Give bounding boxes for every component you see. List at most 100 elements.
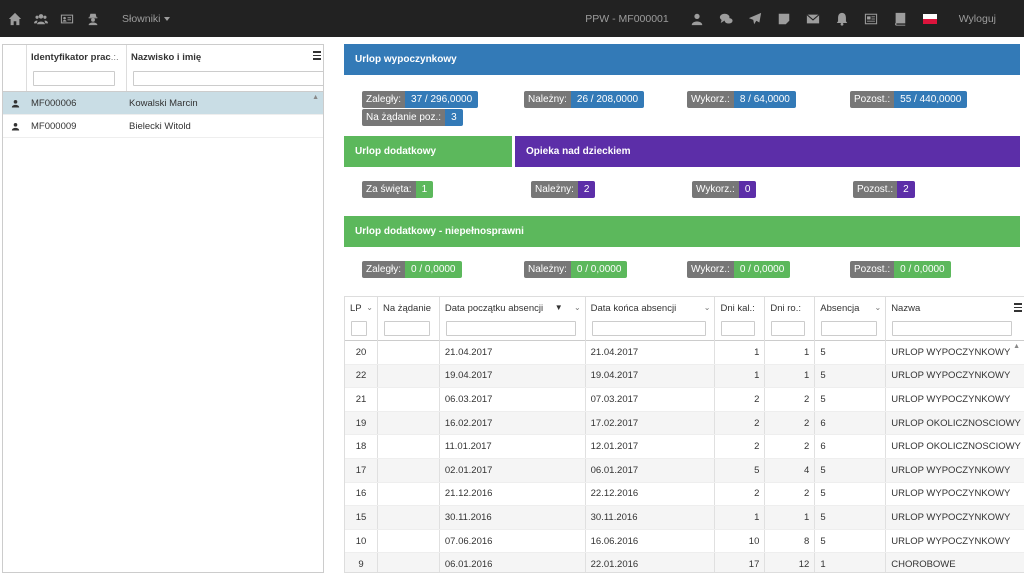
cell-on-demand bbox=[378, 341, 440, 364]
absence-row[interactable]: 19 16.02.2017 17.02.2017 2 2 6 URLOP OKOLICZNO… bbox=[345, 411, 1024, 436]
absence-row[interactable]: 20 21.04.2017 21.04.2017 1 1 5 URLOP WYPOCZYNK… bbox=[345, 341, 1024, 365]
cell-end-date: 21.04.2017 bbox=[586, 341, 716, 364]
disabled-overdue-badge: Zaległy: 0 / 0,0000 bbox=[362, 261, 462, 278]
chevron-down-icon[interactable]: ⌄ bbox=[874, 303, 881, 312]
column-label: Dni ro.: bbox=[770, 303, 801, 314]
cell-start-date: 16.02.2017 bbox=[440, 411, 586, 435]
cell-end-date: 16.06.2016 bbox=[586, 529, 716, 553]
cell-work-days: 1 bbox=[765, 341, 816, 364]
column-work-days[interactable]: Dni ro.: bbox=[765, 297, 816, 341]
cell-lp: 22 bbox=[345, 364, 378, 388]
column-label: Identyfikator prac bbox=[31, 52, 111, 63]
disabled-used-badge: Wykorz.: 0 / 0,0000 bbox=[687, 261, 791, 278]
employee-name-filter-input[interactable] bbox=[133, 71, 323, 86]
holidays-badge: Za święta: 1 bbox=[362, 181, 434, 198]
column-start-date[interactable]: Data początku absencji ▼ ⌄ bbox=[440, 297, 586, 341]
absence-row[interactable]: 15 30.11.2016 30.11.2016 1 1 5 URLOP WYPOCZYNK… bbox=[345, 506, 1024, 530]
cell-absence: 6 bbox=[815, 411, 887, 435]
absence-row[interactable]: 21 06.03.2017 07.03.2017 2 2 5 URLOP WYPOCZYNK… bbox=[345, 388, 1024, 412]
cell-calendar-days: 2 bbox=[715, 388, 766, 411]
cell-absence: 5 bbox=[815, 364, 887, 388]
chevron-down-icon[interactable]: ⌄ bbox=[366, 303, 373, 312]
envelope-icon[interactable] bbox=[799, 0, 828, 37]
send-icon[interactable] bbox=[741, 0, 770, 37]
cell-work-days: 8 bbox=[765, 529, 816, 553]
report-icon[interactable] bbox=[857, 0, 886, 37]
childcare-remaining-badge: Pozost.: 2 bbox=[853, 181, 915, 198]
cell-name: URLOP WYPOCZYNKOWY bbox=[891, 535, 1011, 547]
polish-flag-icon[interactable] bbox=[922, 13, 937, 24]
absence-row[interactable]: 18 11.01.2017 12.01.2017 2 2 6 URLOP OKOLICZNO… bbox=[345, 435, 1024, 459]
column-label: Dni kal.: bbox=[720, 303, 755, 314]
cell-start-date: 11.01.2017 bbox=[440, 435, 586, 458]
column-name[interactable]: Nazwa bbox=[886, 297, 1024, 341]
lp-filter-input[interactable] bbox=[351, 321, 367, 336]
column-absence[interactable]: Absencja ⌄ bbox=[815, 297, 887, 341]
childcare-used-badge: Wykorz.: 0 bbox=[692, 181, 757, 198]
cell-name: URLOP WYPOCZYNKOWY bbox=[891, 464, 1011, 476]
users-icon[interactable] bbox=[28, 0, 54, 37]
chevron-down-icon[interactable]: ⌄ bbox=[574, 303, 581, 312]
column-lp[interactable]: LP ⌄ bbox=[345, 297, 378, 341]
cell-calendar-days: 1 bbox=[715, 506, 766, 529]
book-icon[interactable] bbox=[886, 0, 915, 37]
cell-on-demand bbox=[378, 553, 440, 572]
cell-end-date: 19.04.2017 bbox=[586, 364, 716, 388]
grid-menu-icon[interactable] bbox=[313, 51, 321, 62]
user-secret-icon[interactable] bbox=[80, 0, 106, 37]
nav-right-group: PPW - MF000001 Wyloguj bbox=[585, 0, 1024, 37]
column-calendar-days[interactable]: Dni kal.: bbox=[715, 297, 766, 341]
column-label: Data końca absencji bbox=[590, 303, 677, 314]
childcare-due-badge: Należny: 2 bbox=[531, 181, 596, 198]
note-icon[interactable] bbox=[770, 0, 799, 37]
cell-name: URLOP WYPOCZYNKOWY bbox=[891, 488, 1011, 500]
user-icon[interactable] bbox=[683, 0, 712, 37]
calendar-days-filter-input[interactable] bbox=[721, 321, 756, 336]
end-date-filter-input[interactable] bbox=[591, 321, 706, 336]
on-demand-filter-input[interactable] bbox=[383, 321, 430, 336]
column-menu-dots[interactable]: .:. bbox=[111, 52, 119, 63]
scroll-up-icon[interactable]: ▲ bbox=[312, 94, 319, 101]
disabled-leave-header: Urlop dodatkowy - niepełnosprawni bbox=[344, 216, 1020, 247]
on-demand-remaining-badge: Na żądanie poz.: 3 bbox=[362, 109, 463, 126]
cell-work-days: 1 bbox=[765, 506, 816, 529]
absence-row[interactable]: 10 07.06.2016 16.06.2016 10 8 5 URLOP WYPOCZYN… bbox=[345, 529, 1024, 554]
sort-desc-icon[interactable]: ▼ bbox=[555, 303, 563, 312]
cell-on-demand bbox=[378, 411, 440, 435]
column-employee-id[interactable]: Identyfikator prac.:. bbox=[27, 45, 127, 91]
absence-row[interactable]: 22 19.04.2017 19.04.2017 1 1 5 URLOP WYPOCZYNK… bbox=[345, 364, 1024, 389]
employee-row[interactable]: MF000006 Kowalski Marcin bbox=[3, 92, 323, 115]
employee-id-filter-input[interactable] bbox=[33, 71, 115, 86]
bell-icon[interactable] bbox=[828, 0, 857, 37]
column-end-date[interactable]: Data końca absencji ⌄ bbox=[586, 297, 716, 341]
employee-id: MF000009 bbox=[31, 120, 77, 132]
dictionaries-dropdown[interactable]: Słowniki bbox=[122, 13, 170, 25]
absence-filter-input[interactable] bbox=[821, 321, 878, 336]
start-date-filter-input[interactable] bbox=[445, 321, 576, 336]
cell-work-days: 4 bbox=[765, 458, 816, 482]
grid-menu-icon[interactable] bbox=[1014, 303, 1022, 314]
name-filter-input[interactable] bbox=[892, 321, 1013, 336]
chevron-down-icon[interactable]: ⌄ bbox=[704, 303, 711, 312]
cell-on-demand bbox=[378, 482, 440, 506]
employee-row[interactable]: MF000009 Bielecki Witold bbox=[3, 115, 323, 138]
employee-list-panel: Identyfikator prac.:. Nazwisko i imię ▲ … bbox=[2, 44, 324, 573]
absence-row[interactable]: 17 02.01.2017 06.01.2017 5 4 5 URLOP WYPOCZYNK… bbox=[345, 458, 1024, 483]
work-days-filter-input[interactable] bbox=[771, 321, 806, 336]
cell-name: URLOP OKOLICZNOSCIOWY bbox=[891, 441, 1021, 453]
column-on-demand[interactable]: Na żądanie bbox=[378, 297, 440, 341]
cell-absence: 5 bbox=[815, 458, 887, 482]
column-label: Nazwa bbox=[891, 303, 921, 314]
cell-work-days: 2 bbox=[765, 411, 816, 435]
scroll-up-icon[interactable]: ▲ bbox=[1013, 343, 1020, 350]
logout-link[interactable]: Wyloguj bbox=[959, 13, 996, 25]
id-card-icon[interactable] bbox=[54, 0, 80, 37]
absence-row[interactable]: 9 06.01.2016 22.01.2016 17 12 1 CHOROBOWE bbox=[345, 553, 1024, 572]
dropdown-label: Słowniki bbox=[122, 12, 161, 25]
cell-on-demand bbox=[378, 506, 440, 529]
chat-icon[interactable] bbox=[712, 0, 741, 37]
home-icon[interactable] bbox=[2, 0, 28, 37]
employee-name: Bielecki Witold bbox=[129, 120, 191, 132]
column-employee-name[interactable]: Nazwisko i imię bbox=[127, 45, 323, 91]
absence-row[interactable]: 16 21.12.2016 22.12.2016 2 2 5 URLOP WYPOCZYNK… bbox=[345, 482, 1024, 507]
